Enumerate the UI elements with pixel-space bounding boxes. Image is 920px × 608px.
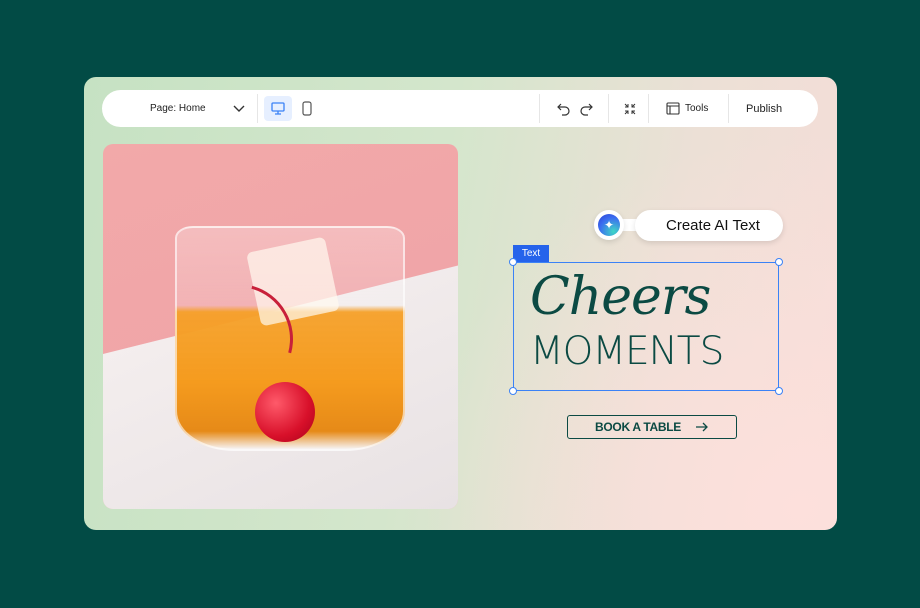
page-selector-label: Page: Home xyxy=(150,103,206,114)
tools-icon xyxy=(666,102,680,115)
heading-script: Cheers xyxy=(530,267,711,327)
mobile-icon xyxy=(302,101,312,116)
book-a-table-label: BOOK A TABLE xyxy=(595,420,681,434)
divider xyxy=(608,94,609,123)
editor-toolbar: Page: Home Tools Publish xyxy=(102,90,818,127)
publish-label: Publish xyxy=(746,102,783,115)
arrow-right-icon xyxy=(695,422,708,432)
publish-button[interactable]: Publish xyxy=(746,90,782,127)
resize-handle-br[interactable] xyxy=(775,387,783,395)
desktop-icon xyxy=(271,102,285,115)
redo-icon xyxy=(580,103,593,116)
page-selector[interactable]: Page: Home xyxy=(150,90,206,127)
resize-handle-bl[interactable] xyxy=(509,387,517,395)
undo-icon xyxy=(557,103,570,116)
book-a-table-button[interactable]: BOOK A TABLE xyxy=(567,415,737,439)
collapse-icon xyxy=(624,103,636,114)
divider xyxy=(648,94,649,123)
collapse-button[interactable] xyxy=(624,90,636,127)
divider xyxy=(728,94,729,123)
sparkle-icon: ✦ xyxy=(598,214,620,236)
tools-button[interactable]: Tools xyxy=(666,90,708,127)
editor-canvas: Page: Home Tools Publish ✦ Create AI Tex… xyxy=(84,77,837,530)
heading-caps: MOMENTS xyxy=(530,329,724,374)
cherry xyxy=(255,382,315,442)
divider xyxy=(539,94,540,123)
undo-button[interactable] xyxy=(557,90,571,127)
divider xyxy=(257,94,258,123)
resize-handle-tr[interactable] xyxy=(775,258,783,266)
chevron-down-icon[interactable] xyxy=(233,90,245,127)
cocktail-image[interactable] xyxy=(103,144,458,509)
ai-button-icon[interactable]: ✦ xyxy=(594,210,624,240)
redo-button[interactable] xyxy=(579,90,593,127)
tools-label: Tools xyxy=(685,103,709,114)
desktop-view-button[interactable] xyxy=(264,96,292,121)
create-ai-text-button[interactable]: Create AI Text xyxy=(635,210,783,241)
mobile-view-button[interactable] xyxy=(302,90,312,127)
selection-label: Text xyxy=(513,245,549,262)
resize-handle-tl[interactable] xyxy=(509,258,517,266)
create-ai-text-label: Create AI Text xyxy=(666,217,760,234)
